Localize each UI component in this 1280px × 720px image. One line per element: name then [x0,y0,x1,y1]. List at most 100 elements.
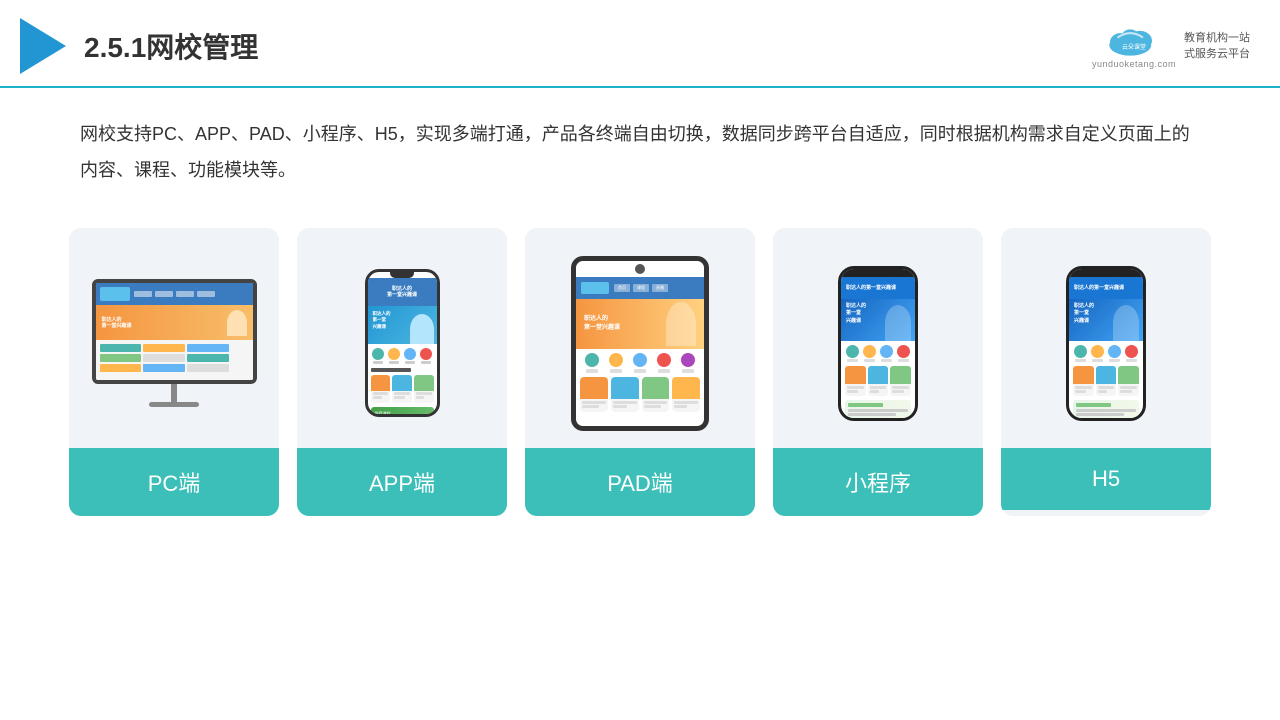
pad-course-card [580,377,608,412]
cards-container: 职达人的第一堂兴趣课 [0,208,1280,536]
pad-body: 首页 课程 直播 职达人的第一堂兴趣课 [571,256,709,431]
pad-course-line [582,401,606,404]
pad-screen-header: 首页 课程 直播 [576,277,704,299]
mscreen-icon-dot [897,345,910,358]
pad-nav-item: 直播 [652,284,668,292]
miniprogram-footer-text [848,409,908,412]
h5-icon-4 [1125,345,1138,362]
h5-icons [1069,341,1143,364]
mscreen-card-bot [1118,384,1139,396]
monitor-card-area [96,340,253,376]
pad-course-img [642,377,670,399]
brand-tagline: 教育机构一站 式服务云平台 [1184,30,1250,63]
pad-icon-2 [609,353,623,373]
description-text: 网校支持PC、APP、PAD、小程序、H5，实现多端打通，产品各终端自由切换，数… [80,116,1200,188]
pad-icon-label [634,369,646,373]
app-card-line [416,396,425,399]
h5-label: H5 [1001,448,1211,510]
mscreen-card-line [892,386,909,389]
pad-icon-circle [681,353,695,367]
pad-nav-item: 首页 [614,284,630,292]
app-card-line [394,392,410,395]
app-banner-figure [410,314,434,344]
app-card-line [416,392,432,395]
miniprogram-header: 职达人的第一堂兴趣课 [841,277,915,299]
pad-icon-circle [585,353,599,367]
mini-phone-top [841,269,915,277]
h5-header-text: 职达人的第一堂兴趣课 [1074,284,1124,291]
cloud-icon: 云朵课堂 yunduoketang.com [1092,23,1176,69]
h5-cards [1069,364,1143,398]
miniprogram-phone-mockup: 职达人的第一堂兴趣课 职达人的第一堂兴趣课 [838,266,918,421]
app-screen-banner: 职达人的第一堂兴趣课 [368,306,437,344]
pc-image-area: 职达人的第一堂兴趣课 [69,228,279,448]
pc-monitor: 职达人的第一堂兴趣课 [92,279,257,407]
mscreen-card-line [1075,390,1086,393]
app-icon-circle [372,348,384,360]
pad-banner-text: 职达人的第一堂兴趣课 [584,315,620,333]
mscreen-card-top [890,366,911,384]
miniprogram-banner-figure [885,305,911,341]
miniprogram-phone-body: 职达人的第一堂兴趣课 职达人的第一堂兴趣课 [838,266,918,421]
h5-icon-1 [1074,345,1087,362]
h5-footer-text [1076,413,1124,416]
app-label: APP端 [297,448,507,516]
content-block [143,344,185,352]
monitor-stand [171,384,177,402]
miniprogram-card-1 [845,366,866,396]
mscreen-card-line [892,390,904,393]
mscreen-card-top [1096,366,1117,384]
mscreen-card-line [1120,386,1137,389]
mscreen-card-line [1098,386,1115,389]
nav-item [155,291,173,297]
pad-nav: 首页 课程 直播 [614,284,668,292]
miniprogram-label: 小程序 [773,448,983,516]
pad-icon-label [586,369,598,373]
app-image-area: 职达人的第一堂兴趣课 职达人的第一堂兴趣课 [297,228,507,448]
app-card-line [394,396,405,399]
pad-card: 首页 课程 直播 职达人的第一堂兴趣课 [525,228,755,516]
app-icon-2 [388,348,400,364]
pad-icon-label [610,369,622,373]
mscreen-card-line [1075,386,1092,389]
h5-footer [1073,400,1139,418]
miniprogram-icon-2 [863,345,876,362]
h5-header: 职达人的第一堂兴趣课 [1069,277,1143,299]
pad-banner: 职达人的第一堂兴趣课 [576,299,704,349]
cloud-svg: 云朵课堂 [1104,23,1164,59]
pad-course-line [613,401,637,404]
miniprogram-footer [845,400,911,418]
mscreen-icon-dot [1108,345,1121,358]
mscreen-icon-bar [881,359,892,362]
pad-courses-row [576,375,704,414]
content-block [100,364,142,372]
miniprogram-card-3 [890,366,911,396]
miniprogram-icons [841,341,915,364]
mscreen-card-top [1073,366,1094,384]
h5-icon-2 [1091,345,1104,362]
miniprogram-card-2 [868,366,889,396]
play-icon [20,18,66,74]
app-icon-circle [404,348,416,360]
h5-footer-text [1076,409,1136,412]
h5-card-1 [1073,366,1094,396]
pad-course-text [642,399,670,412]
pc-card: 职达人的第一堂兴趣课 [69,228,279,516]
h5-screen: 职达人的第一堂兴趣课 职达人的第一堂兴趣课 [1069,277,1143,418]
miniprogram-cards [841,364,915,398]
monitor-screen: 职达人的第一堂兴趣课 [96,283,253,380]
app-header-text: 职达人的第一堂兴趣课 [387,286,417,298]
h5-banner: 职达人的第一堂兴趣课 [1069,299,1143,341]
mscreen-icon-bar [1092,359,1103,362]
brand-logo: 云朵课堂 yunduoketang.com 教育机构一站 式服务云平台 [1092,23,1250,69]
app-section-title [371,368,411,372]
pad-icon-1 [585,353,599,373]
h5-card-3 [1118,366,1139,396]
h5-mini-phone-top [1069,269,1143,277]
mscreen-card-line [870,386,887,389]
mscreen-card-bot [1073,384,1094,396]
mscreen-card-bot [868,384,889,396]
miniprogram-footer-title [848,403,883,407]
pad-course-line [674,405,687,408]
app-card-text [392,391,412,403]
